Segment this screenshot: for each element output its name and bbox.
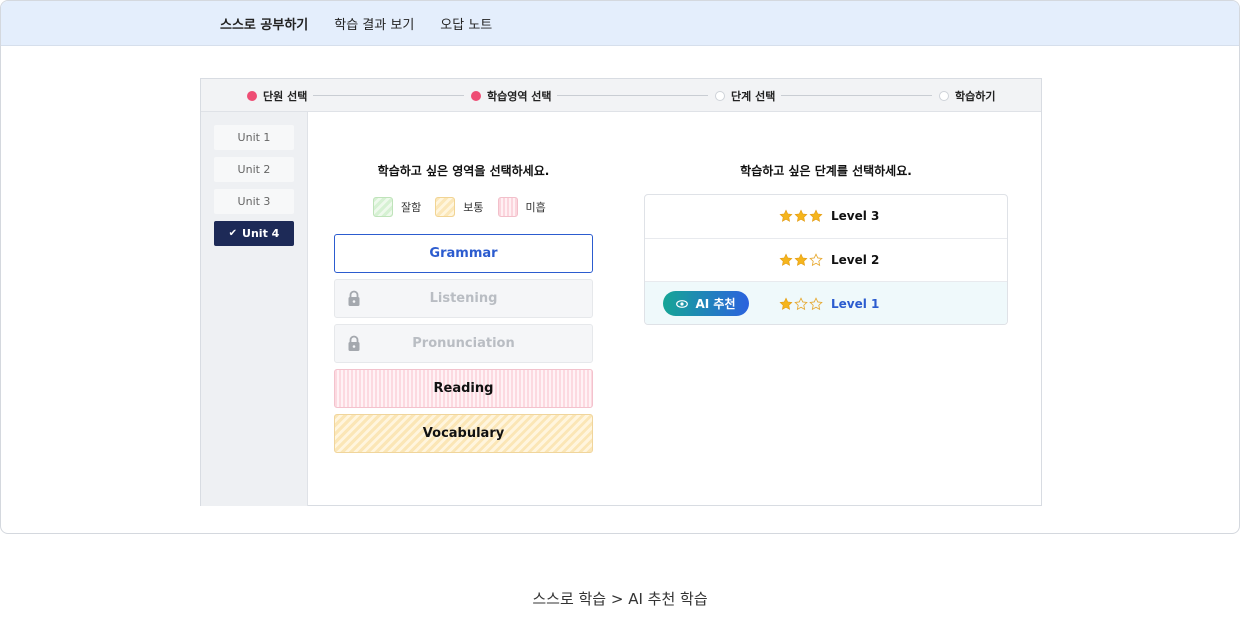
level-label: Level 1 xyxy=(831,296,880,311)
star-filled-icon xyxy=(794,253,808,266)
area-pronunciation-button[interactable]: Pronunciation xyxy=(334,324,593,363)
level-label: Level 2 xyxy=(831,252,880,267)
unit-3-button[interactable]: Unit 3 xyxy=(214,189,294,214)
nav-self-study[interactable]: 스스로 공부하기 xyxy=(220,14,308,33)
area-label: Reading xyxy=(433,381,494,396)
step-learn: 학습하기 xyxy=(939,79,995,112)
proficiency-legend: 잘함 보통 미흡 xyxy=(373,197,560,217)
legend-normal-label: 보통 xyxy=(463,201,484,214)
area-heading: 학습하고 싶은 영역을 선택하세요. xyxy=(377,164,550,178)
area-listening-button[interactable]: Listening xyxy=(334,279,593,318)
star-filled-icon xyxy=(809,209,823,223)
step-connector xyxy=(313,95,464,96)
level-3-option[interactable]: Level 3 xyxy=(645,195,1007,239)
level-content: Level 3 xyxy=(779,209,879,223)
progress-stepper: 단원 선택 학습영역 선택 단계 선택 학습하기 xyxy=(201,79,1041,112)
star-empty-icon xyxy=(794,296,808,310)
step-connector xyxy=(781,95,932,96)
unit-4-button[interactable]: ✔ Unit 4 xyxy=(214,221,294,246)
nav-wrong-answer-note[interactable]: 오답 노트 xyxy=(440,14,492,33)
area-label: Pronunciation xyxy=(412,336,515,351)
star-filled-icon xyxy=(794,209,808,223)
area-label: Grammar xyxy=(429,246,498,261)
legend-good-label: 잘함 xyxy=(401,201,422,214)
step-label: 학습하기 xyxy=(955,89,996,103)
level-label: Level 3 xyxy=(831,209,880,224)
step-unit-select: 단원 선택 xyxy=(247,79,307,112)
screenshot-caption: 스스로 학습 > AI 추천 학습 xyxy=(532,590,708,608)
unit-label: Unit 3 xyxy=(237,195,271,208)
eye-icon xyxy=(676,299,689,308)
area-label: Listening xyxy=(429,291,498,306)
area-label: Vocabulary xyxy=(422,426,505,441)
level-1-option[interactable]: AI 추천 Level 1 xyxy=(645,282,1007,324)
ai-badge-label: AI 추천 xyxy=(695,297,736,311)
star-empty-icon xyxy=(809,252,823,266)
star-filled-icon xyxy=(779,297,793,310)
star-filled-icon xyxy=(779,253,793,266)
study-panel: 단원 선택 학습영역 선택 단계 선택 학습하기 Unit 1 Unit 2 U… xyxy=(200,78,1042,506)
legend-good-swatch xyxy=(373,197,393,217)
legend-normal-swatch xyxy=(435,197,456,217)
area-grammar-button[interactable]: Grammar xyxy=(334,234,593,273)
nav-study-results[interactable]: 학습 결과 보기 xyxy=(334,14,414,33)
app-frame: 스스로 공부하기 학습 결과 보기 오답 노트 단원 선택 학습영역 선택 단계… xyxy=(0,0,1240,534)
area-vocabulary-button[interactable]: Vocabulary xyxy=(334,414,593,453)
top-navigation: 스스로 공부하기 학습 결과 보기 오답 노트 xyxy=(1,1,1239,46)
step-connector xyxy=(557,95,708,96)
level-content: Level 2 xyxy=(779,253,879,267)
step-level-select: 단계 선택 xyxy=(715,79,775,112)
legend-bad-swatch xyxy=(497,197,518,217)
ai-recommend-badge: AI 추천 xyxy=(663,291,749,316)
step-pending-dot xyxy=(715,90,725,101)
level-heading: 학습하고 싶은 단계를 선택하세요. xyxy=(740,164,912,178)
unit-sidebar: Unit 1 Unit 2 Unit 3 ✔ Unit 4 xyxy=(201,112,308,506)
check-icon: ✔ xyxy=(228,228,238,239)
step-pending-dot xyxy=(939,90,949,101)
step-area-select: 학습영역 선택 xyxy=(471,79,552,112)
step-done-dot xyxy=(471,90,481,101)
level-list: Level 3 Level 2 AI 추천 Level 1 xyxy=(644,194,1008,325)
step-label: 단계 선택 xyxy=(731,89,776,103)
lock-icon xyxy=(348,335,360,351)
legend-bad-label: 미흡 xyxy=(525,201,546,214)
area-reading-button[interactable]: Reading xyxy=(334,369,593,408)
unit-label: Unit 1 xyxy=(237,131,271,144)
unit-2-button[interactable]: Unit 2 xyxy=(214,157,294,182)
level-content: Level 1 xyxy=(779,297,879,311)
unit-1-button[interactable]: Unit 1 xyxy=(214,125,294,150)
step-done-dot xyxy=(247,90,257,101)
unit-label: Unit 2 xyxy=(237,163,271,176)
step-label: 단원 선택 xyxy=(263,89,308,103)
unit-label: Unit 4 xyxy=(242,227,280,240)
star-filled-icon xyxy=(779,209,793,223)
step-label: 학습영역 선택 xyxy=(487,89,552,103)
lock-icon xyxy=(348,290,360,306)
level-2-option[interactable]: Level 2 xyxy=(645,239,1007,282)
star-empty-icon xyxy=(809,296,823,310)
